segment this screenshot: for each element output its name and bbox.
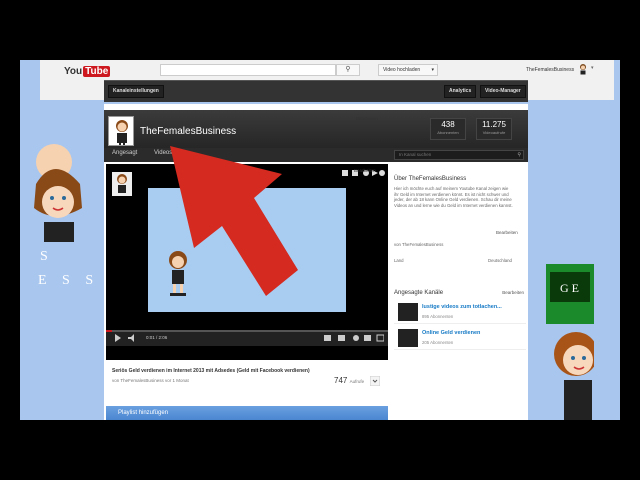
player-avatar-icon (112, 172, 132, 196)
view-count-label: Videoaufrufe (482, 130, 506, 135)
country-label: Land (394, 258, 404, 263)
channel-header: TheFemalesBusiness 438 Abonnenten 11.275… (104, 110, 528, 148)
left-banner-artwork: S E S S (20, 144, 104, 420)
analytics-button[interactable]: Analytics (444, 85, 477, 98)
video-frame: You Tube ⚲ Video hochladen ▾ TheFemalesB… (0, 0, 640, 480)
banner-letters: E S S (38, 273, 99, 288)
progress-fill (106, 330, 112, 332)
upload-button[interactable]: Video hochladen ▾ (378, 64, 438, 76)
subscriber-count[interactable]: 438 Abonnenten (430, 118, 466, 140)
channel-search-placeholder: In Kanal suchen (399, 152, 432, 157)
banner-letter: S (40, 249, 48, 264)
chevron-down-icon[interactable]: ▾ (591, 65, 594, 71)
upload-label: Video hochladen (383, 67, 421, 73)
country-value: Deutschland (488, 258, 512, 263)
channel-toolbar: Kanaleinstellungen Analytics Video-Manag… (104, 80, 528, 102)
volume-icon[interactable] (128, 334, 138, 342)
progress-bar[interactable] (106, 330, 388, 332)
channel-search-input[interactable]: In Kanal suchen ⚲ (394, 150, 524, 160)
avatar-icon (116, 120, 128, 145)
video-manager-button[interactable]: Video-Manager (480, 85, 526, 98)
player-controls: 0:01 / 2:06 (106, 330, 388, 346)
about-text: Hier ich möchte euch auf meinem Youtube … (394, 186, 513, 208)
about-edit-link[interactable]: Bearbeiten (496, 230, 526, 235)
subscriber-count-value: 438 (441, 120, 455, 129)
channel-avatar[interactable] (108, 116, 134, 146)
featured-channel-item[interactable]: Online Geld verdienen 205 Abonnenten (394, 326, 526, 350)
tab-featured[interactable]: Angesagt (112, 150, 137, 156)
video-views-count: 747 (334, 376, 348, 385)
playlist-add-bar[interactable]: Playlist hinzufügen (106, 406, 388, 420)
about-title: Über TheFemalesBusiness (394, 176, 467, 182)
video-views: 747 Aufrufe (334, 376, 364, 385)
chevron-down-icon: ▾ (431, 67, 434, 73)
channel-thumbnail (398, 329, 418, 347)
featured-channel-subs: 205 Abonnenten (422, 340, 454, 345)
play-icon[interactable] (114, 334, 122, 342)
featured-channel-name[interactable]: Online Geld verdienen (422, 330, 480, 336)
logo-tube-text: Tube (83, 65, 111, 77)
featured-channel-item[interactable]: lustige videos zum totlachen... 895 Abon… (394, 300, 526, 324)
channel-page: TheFemalesBusiness 438 Abonnenten 11.275… (104, 104, 528, 420)
subscriber-count-label: Abonnenten (437, 130, 459, 135)
search-icon[interactable]: ⚲ (517, 151, 521, 159)
search-icon: ⚲ (345, 66, 351, 73)
featured-channels-title: Angesagte Kanäle (394, 290, 444, 296)
featured-edit-link[interactable]: Bearbeiten (502, 290, 524, 295)
channel-thumbnail (398, 303, 418, 321)
featured-channel-name[interactable]: lustige videos zum totlachen... (422, 304, 502, 310)
channel-settings-button[interactable]: Kanaleinstellungen (108, 85, 164, 98)
search-input[interactable] (160, 64, 336, 76)
video-byline[interactable]: von TheFemalesBusiness vor 1 Monat (112, 378, 189, 383)
view-count: 11.275 Videoaufrufe (476, 118, 512, 140)
video-views-unit: Aufrufe (349, 379, 365, 384)
video-edit-link[interactable]: Bearbeiten (354, 168, 376, 173)
featured-channel-subs: 895 Abonnenten (422, 314, 454, 319)
user-name[interactable]: TheFemalesBusiness (526, 67, 574, 73)
playlist-add-label: Playlist hinzufügen (118, 410, 169, 416)
logo-you-text: You (64, 65, 83, 77)
screen-recording: You Tube ⚲ Video hochladen ▾ TheFemalesB… (20, 60, 620, 420)
view-count-value: 11.275 (482, 120, 506, 129)
search-button[interactable]: ⚲ (336, 64, 360, 76)
channel-tabs: Angesagt Videos In Kanal suchen ⚲ (104, 148, 528, 162)
edit-link[interactable]: Bearbeiten (356, 116, 378, 121)
channel-title: TheFemalesBusiness (140, 126, 237, 137)
right-banner-text: G E (560, 281, 579, 295)
about-channel-link[interactable]: von TheFemalesBusiness (394, 242, 443, 248)
red-arrow-overlay (170, 146, 298, 296)
video-title[interactable]: Seriös Geld verdienen im Internet 2013 m… (112, 368, 310, 374)
right-banner-artwork: G E (546, 264, 594, 420)
user-avatar[interactable] (578, 63, 588, 75)
player-settings-icons[interactable] (324, 334, 384, 342)
time-display: 0:01 / 2:06 (146, 335, 168, 340)
youtube-logo[interactable]: You Tube (64, 64, 111, 78)
expand-icon[interactable] (370, 376, 380, 386)
